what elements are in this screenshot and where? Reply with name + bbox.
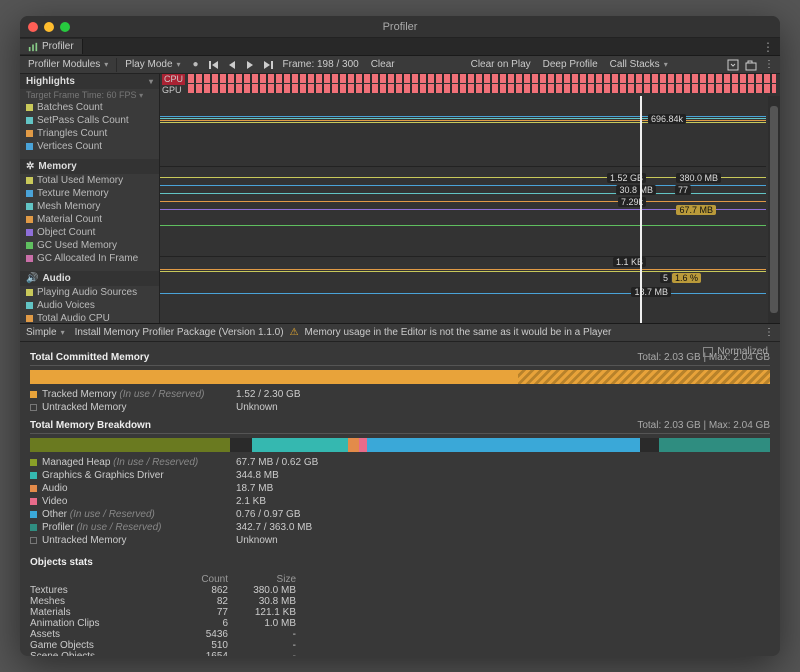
stats-row: Game Objects510- <box>30 640 770 651</box>
warning-text: Memory usage in the Editor is not the sa… <box>305 327 612 338</box>
memory-details: Normalized Total Committed Memory Total:… <box>20 342 780 656</box>
metric-item[interactable]: Texture Memory <box>20 187 159 200</box>
normalized-toggle[interactable]: Normalized <box>703 346 768 357</box>
prev-frame-icon[interactable] <box>207 58 221 72</box>
cpu-strip[interactable] <box>188 74 776 83</box>
metric-item[interactable]: Total Audio CPU <box>20 312 159 323</box>
audio-header[interactable]: 🔊 Audio <box>20 271 159 286</box>
tab-menu-icon[interactable]: ⋮ <box>762 40 774 54</box>
stats-row: Materials77121.1 KB <box>30 607 770 618</box>
install-package-link[interactable]: Install Memory Profiler Package (Version… <box>75 327 284 338</box>
breakdown-title: Total Memory Breakdown Total: 2.03 GB | … <box>30 420 770 434</box>
metric-item[interactable]: Playing Audio Sources <box>20 286 159 299</box>
objects-table: Count Size Textures862380.0 MBMeshes8230… <box>30 574 770 656</box>
metric-item[interactable]: GC Allocated In Frame <box>20 252 159 265</box>
stats-row: Textures862380.0 MB <box>30 585 770 596</box>
warning-icon: ⚠ <box>290 327 299 338</box>
gpu-label: GPU <box>162 85 182 95</box>
target-frame-time[interactable]: Target Frame Time: 60 FPS ▾ <box>20 89 159 101</box>
module-sidebar: Highlights ▾ Target Frame Time: 60 FPS ▾… <box>20 74 160 323</box>
committed-title: Total Committed Memory Total: 2.03 GB | … <box>30 352 770 366</box>
detail-menu-icon[interactable]: ⋮ <box>764 327 774 338</box>
load-icon[interactable] <box>744 58 758 72</box>
vertical-scrollbar[interactable] <box>768 96 780 323</box>
speaker-icon: 🔊 <box>26 273 38 284</box>
memory-graph[interactable]: 1.52 GB 380.0 MB 30.8 MB 77 7.29k 67.7 M… <box>160 166 766 256</box>
cpu-label: CPU <box>162 74 185 85</box>
detail-mode-dropdown[interactable]: Simple <box>26 326 69 339</box>
memory-header[interactable]: ✲ Memory <box>20 159 159 174</box>
metric-item[interactable]: Batches Count <box>20 101 159 114</box>
committed-bar <box>30 370 770 384</box>
profiler-window: Profiler Profiler ⋮ Profiler Modules Pla… <box>20 16 780 656</box>
profiler-icon <box>28 42 38 52</box>
legend-row: Untracked MemoryUnknown <box>30 534 770 547</box>
save-icon[interactable] <box>726 58 740 72</box>
vertices-value: 696.84k <box>648 114 686 124</box>
clear-on-play-toggle[interactable]: Clear on Play <box>467 58 535 71</box>
playmode-dropdown[interactable]: Play Mode <box>121 58 184 71</box>
legend-row: Audio18.7 MB <box>30 482 770 495</box>
tab-label: Profiler <box>42 41 74 52</box>
stats-row: Scene Objects1654- <box>30 651 770 656</box>
audio-graph[interactable]: 1.1 KB 5 1.6 % 18.7 MB <box>160 256 766 323</box>
next-frame-icon[interactable] <box>261 58 275 72</box>
toolbar: Profiler Modules Play Mode ● Frame: 198 … <box>20 56 780 74</box>
clear-button[interactable]: Clear <box>367 58 399 71</box>
deep-profile-toggle[interactable]: Deep Profile <box>539 58 602 71</box>
graph-panel[interactable]: CPU GPU 696.84k <box>160 74 780 323</box>
metric-item[interactable]: Vertices Count <box>20 140 159 153</box>
legend-row: Tracked Memory (In use / Reserved)1.52 /… <box>30 388 770 401</box>
metric-item[interactable]: Material Count <box>20 213 159 226</box>
legend-row: Managed Heap (In use / Reserved)67.7 MB … <box>30 456 770 469</box>
legend-row: Video2.1 KB <box>30 495 770 508</box>
stats-row: Assets5436- <box>30 629 770 640</box>
window-title: Profiler <box>20 21 780 33</box>
context-menu-icon[interactable]: ⋮ <box>762 58 776 72</box>
frame-label: Frame: 198 / 300 <box>279 58 363 71</box>
gear-icon: ✲ <box>26 161 34 172</box>
legend-row: Graphics & Graphics Driver344.8 MB <box>30 469 770 482</box>
legend-row: Profiler (In use / Reserved)342.7 / 363.… <box>30 521 770 534</box>
legend-row: Untracked MemoryUnknown <box>30 401 770 414</box>
titlebar: Profiler <box>20 16 780 38</box>
metric-item[interactable]: Object Count <box>20 226 159 239</box>
metric-item[interactable]: SetPass Calls Count <box>20 114 159 127</box>
gpu-strip[interactable] <box>188 84 776 93</box>
metric-item[interactable]: Total Used Memory <box>20 174 159 187</box>
record-icon[interactable]: ● <box>189 58 203 72</box>
highlights-header[interactable]: Highlights ▾ <box>20 74 159 89</box>
metric-item[interactable]: Audio Voices <box>20 299 159 312</box>
stats-row: Animation Clips61.0 MB <box>30 618 770 629</box>
detail-toolbar: Simple Install Memory Profiler Package (… <box>20 324 780 342</box>
breakdown-bar <box>30 438 770 452</box>
tracks-area: Highlights ▾ Target Frame Time: 60 FPS ▾… <box>20 74 780 324</box>
tab-profiler[interactable]: Profiler <box>20 39 83 54</box>
metric-item[interactable]: GC Used Memory <box>20 239 159 252</box>
metric-item[interactable]: Triangles Count <box>20 127 159 140</box>
tabbar: Profiler ⋮ <box>20 38 780 56</box>
objects-title: Objects stats <box>30 557 770 570</box>
back-icon[interactable] <box>225 58 239 72</box>
call-stacks-dropdown[interactable]: Call Stacks <box>606 58 672 71</box>
stats-row: Meshes8230.8 MB <box>30 596 770 607</box>
highlights-graph[interactable]: 696.84k <box>160 96 766 166</box>
legend-row: Other (In use / Reserved)0.76 / 0.97 GB <box>30 508 770 521</box>
profiler-modules-dropdown[interactable]: Profiler Modules <box>24 58 112 71</box>
metric-item[interactable]: Mesh Memory <box>20 200 159 213</box>
forward-icon[interactable] <box>243 58 257 72</box>
